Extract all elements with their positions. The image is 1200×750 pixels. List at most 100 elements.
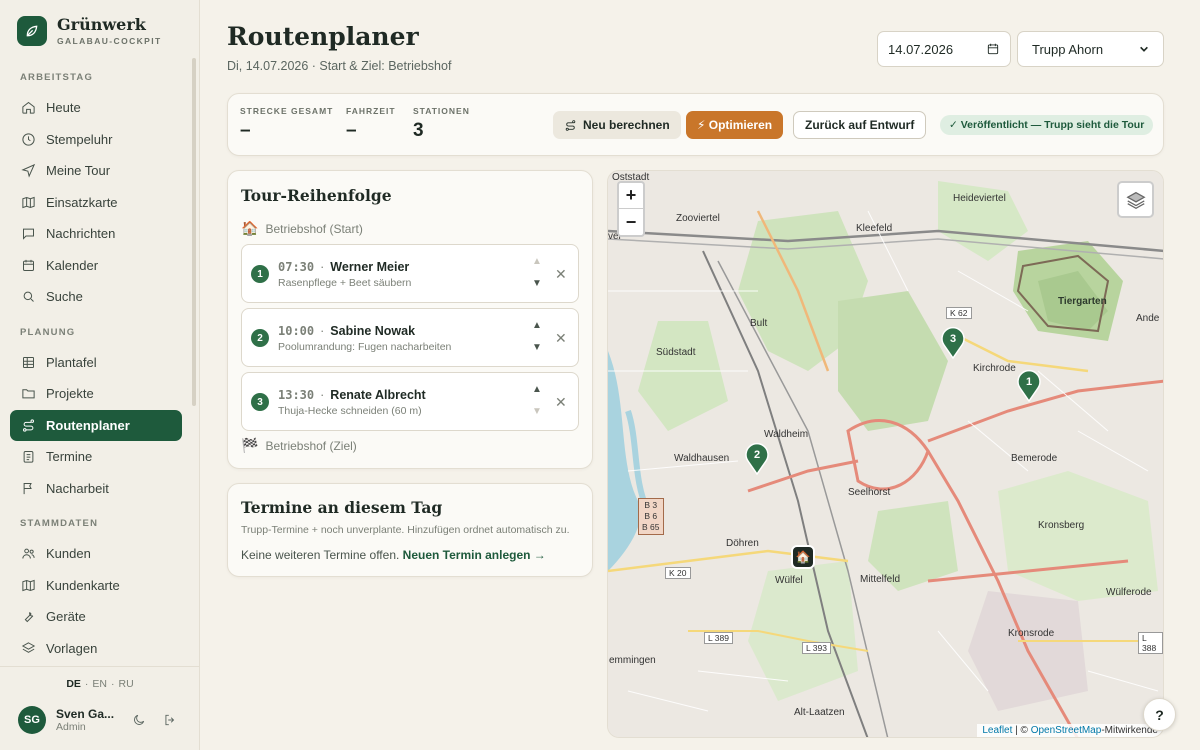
stat-duration: FAHRZEIT – xyxy=(346,106,396,142)
nav-item-geraete[interactable]: Geräte xyxy=(10,601,182,633)
map-marker-stop-3[interactable]: 3 xyxy=(940,325,966,359)
calendar-icon[interactable] xyxy=(986,42,1000,56)
optimize-button[interactable]: ⚡ Optimieren xyxy=(686,111,784,139)
map-marker-stop-2[interactable]: 2 xyxy=(744,441,770,475)
stat-label: STRECKE GESAMT xyxy=(240,106,334,116)
marker-number: 1 xyxy=(1026,376,1032,388)
nav-item-kalender[interactable]: Kalender xyxy=(10,250,182,282)
stop-description: Thuja-Hecke schneiden (60 m) xyxy=(278,405,422,417)
nav-item-label: Stempeluhr xyxy=(46,131,113,147)
layers-button[interactable] xyxy=(1117,181,1154,218)
chevron-down-icon xyxy=(1140,46,1148,52)
map-place-label: Wülferode xyxy=(1106,587,1152,598)
depot-house-icon[interactable]: 🏠 xyxy=(791,545,815,569)
leaflet-link[interactable]: Leaflet xyxy=(982,725,1012,736)
nav-item-termine[interactable]: Termine xyxy=(10,441,182,473)
stat-value: 3 xyxy=(413,120,424,141)
move-up-icon[interactable]: ▲ xyxy=(532,256,542,267)
remove-icon[interactable]: ✕ xyxy=(555,330,567,347)
road-shield-federal: B 3 B 6 B 65 xyxy=(638,498,664,535)
page-title: Routenplaner xyxy=(227,22,419,51)
nav-item-label: Vorlagen xyxy=(46,640,98,656)
map-place-label: Südstadt xyxy=(656,347,696,358)
move-down-icon[interactable]: ▼ xyxy=(532,278,542,289)
nav-item-meine-tour[interactable]: Meine Tour xyxy=(10,155,182,187)
remove-icon[interactable]: ✕ xyxy=(555,394,567,411)
user-profile[interactable]: SG Sven Ga... Admin xyxy=(18,706,114,734)
map-marker-stop-1[interactable]: 1 xyxy=(1016,368,1042,402)
map-place-label: Kirchrode xyxy=(973,363,1016,374)
nav-section-label: ARBEITSTAG xyxy=(20,72,94,83)
date-picker[interactable]: 14.07.2026 xyxy=(877,31,1011,67)
stop-customer: Sabine Nowak xyxy=(330,324,416,338)
map-place-label: Kronsberg xyxy=(1038,520,1085,531)
zoom-in-button[interactable]: + xyxy=(619,183,643,209)
nav-item-label: Heute xyxy=(46,100,81,116)
lang-en[interactable]: EN xyxy=(92,678,107,690)
user-role: Admin xyxy=(56,721,86,733)
attribution-sep: | © xyxy=(1012,725,1031,736)
search-icon xyxy=(23,291,34,303)
separator-dot: · xyxy=(320,324,325,338)
map-icon xyxy=(22,196,35,208)
brand-subtitle: GALABAU-COCKPIT xyxy=(57,36,162,46)
nav-item-heute[interactable]: Heute xyxy=(10,92,182,124)
sidebar-scrollbar[interactable] xyxy=(192,58,196,406)
nav-item-nachrichten[interactable]: Nachrichten xyxy=(10,218,182,250)
nav-item-nacharbeit[interactable]: Nacharbeit xyxy=(10,473,182,505)
new-appointment-link[interactable]: Neuen Termin anlegen → xyxy=(403,548,546,562)
stat-distance: STRECKE GESAMT – xyxy=(240,106,333,142)
recalculate-button[interactable]: Neu berechnen xyxy=(553,111,681,139)
card-title: Termine an diesem Tag xyxy=(241,498,443,517)
nav-item-label: Projekte xyxy=(46,386,94,402)
zoom-out-button[interactable]: − xyxy=(619,209,643,235)
move-down-icon[interactable]: ▼ xyxy=(532,342,542,353)
nav-item-label: Plantafel xyxy=(46,354,97,370)
road-shield-label: B 65 xyxy=(642,522,660,532)
checkered-flag-icon: 🏁 xyxy=(241,437,259,453)
nav-item-label: Kunden xyxy=(46,546,91,562)
lang-ru[interactable]: RU xyxy=(119,678,134,690)
stat-stations: STATIONEN 3 xyxy=(413,106,470,142)
dark-mode-toggle[interactable] xyxy=(132,713,146,727)
team-select[interactable]: Trupp Ahorn xyxy=(1017,31,1164,67)
revert-to-draft-button[interactable]: Zurück auf Entwurf xyxy=(793,111,927,139)
logout-button[interactable] xyxy=(163,713,177,727)
tour-stop[interactable]: 2 10:00 · Sabine Nowak Poolumrandung: Fu… xyxy=(241,308,579,367)
route-map[interactable]: Oststadt Zooviertel Kleefeld Heidevierte… xyxy=(607,170,1164,738)
brand[interactable]: Grünwerk GALABAU-COCKPIT xyxy=(17,16,162,46)
move-down-icon[interactable]: ▼ xyxy=(532,406,542,417)
nav-item-routenplaner[interactable]: Routenplaner xyxy=(10,409,182,441)
move-up-icon[interactable]: ▲ xyxy=(532,320,542,331)
nav-item-vorlagen[interactable]: Vorlagen xyxy=(10,633,182,665)
grid-icon xyxy=(23,356,34,368)
users-icon xyxy=(22,548,35,559)
osm-link[interactable]: OpenStreetMap xyxy=(1031,725,1102,736)
nav-item-einsatzkarte[interactable]: Einsatzkarte xyxy=(10,187,182,219)
nav-item-kundenkarte[interactable]: Kundenkarte xyxy=(10,570,182,602)
brand-name: Grünwerk xyxy=(57,15,146,34)
stat-label: FAHRZEIT xyxy=(346,106,396,116)
nav-item-stempeluhr[interactable]: Stempeluhr xyxy=(10,124,182,156)
move-up-icon[interactable]: ▲ xyxy=(532,384,542,395)
tour-stop[interactable]: 1 07:30 · Werner Meier Rasenpflege + Bee… xyxy=(241,244,579,303)
map-place-label: emmingen xyxy=(609,655,656,666)
nav-item-suche[interactable]: Suche xyxy=(10,281,182,313)
nav-item-kunden[interactable]: Kunden xyxy=(10,538,182,570)
nav-item-plantafel[interactable]: Plantafel xyxy=(10,347,182,379)
card-title: Tour-Reihenfolge xyxy=(241,186,392,205)
map-place-label: Zooviertel xyxy=(676,213,720,224)
navigation-icon xyxy=(21,164,36,178)
nav-item-label: Termine xyxy=(46,449,93,465)
tour-stop[interactable]: 3 13:30 · Renate Albrecht Thuja-Hecke sc… xyxy=(241,372,579,431)
lang-de[interactable]: DE xyxy=(66,678,81,690)
road-shield: K 62 xyxy=(946,307,972,319)
map-place-label: Kronsrode xyxy=(1008,628,1055,639)
appointments-empty: Keine weiteren Termine offen. Neuen Term… xyxy=(241,548,546,562)
remove-icon[interactable]: ✕ xyxy=(555,266,567,283)
tour-end: 🏁 Betriebshof (Ziel) xyxy=(241,437,357,454)
help-button[interactable]: ? xyxy=(1143,698,1176,731)
marker-number: 2 xyxy=(754,449,760,461)
map-place-label: Seelhorst xyxy=(848,487,891,498)
nav-item-projekte[interactable]: Projekte xyxy=(10,378,182,410)
